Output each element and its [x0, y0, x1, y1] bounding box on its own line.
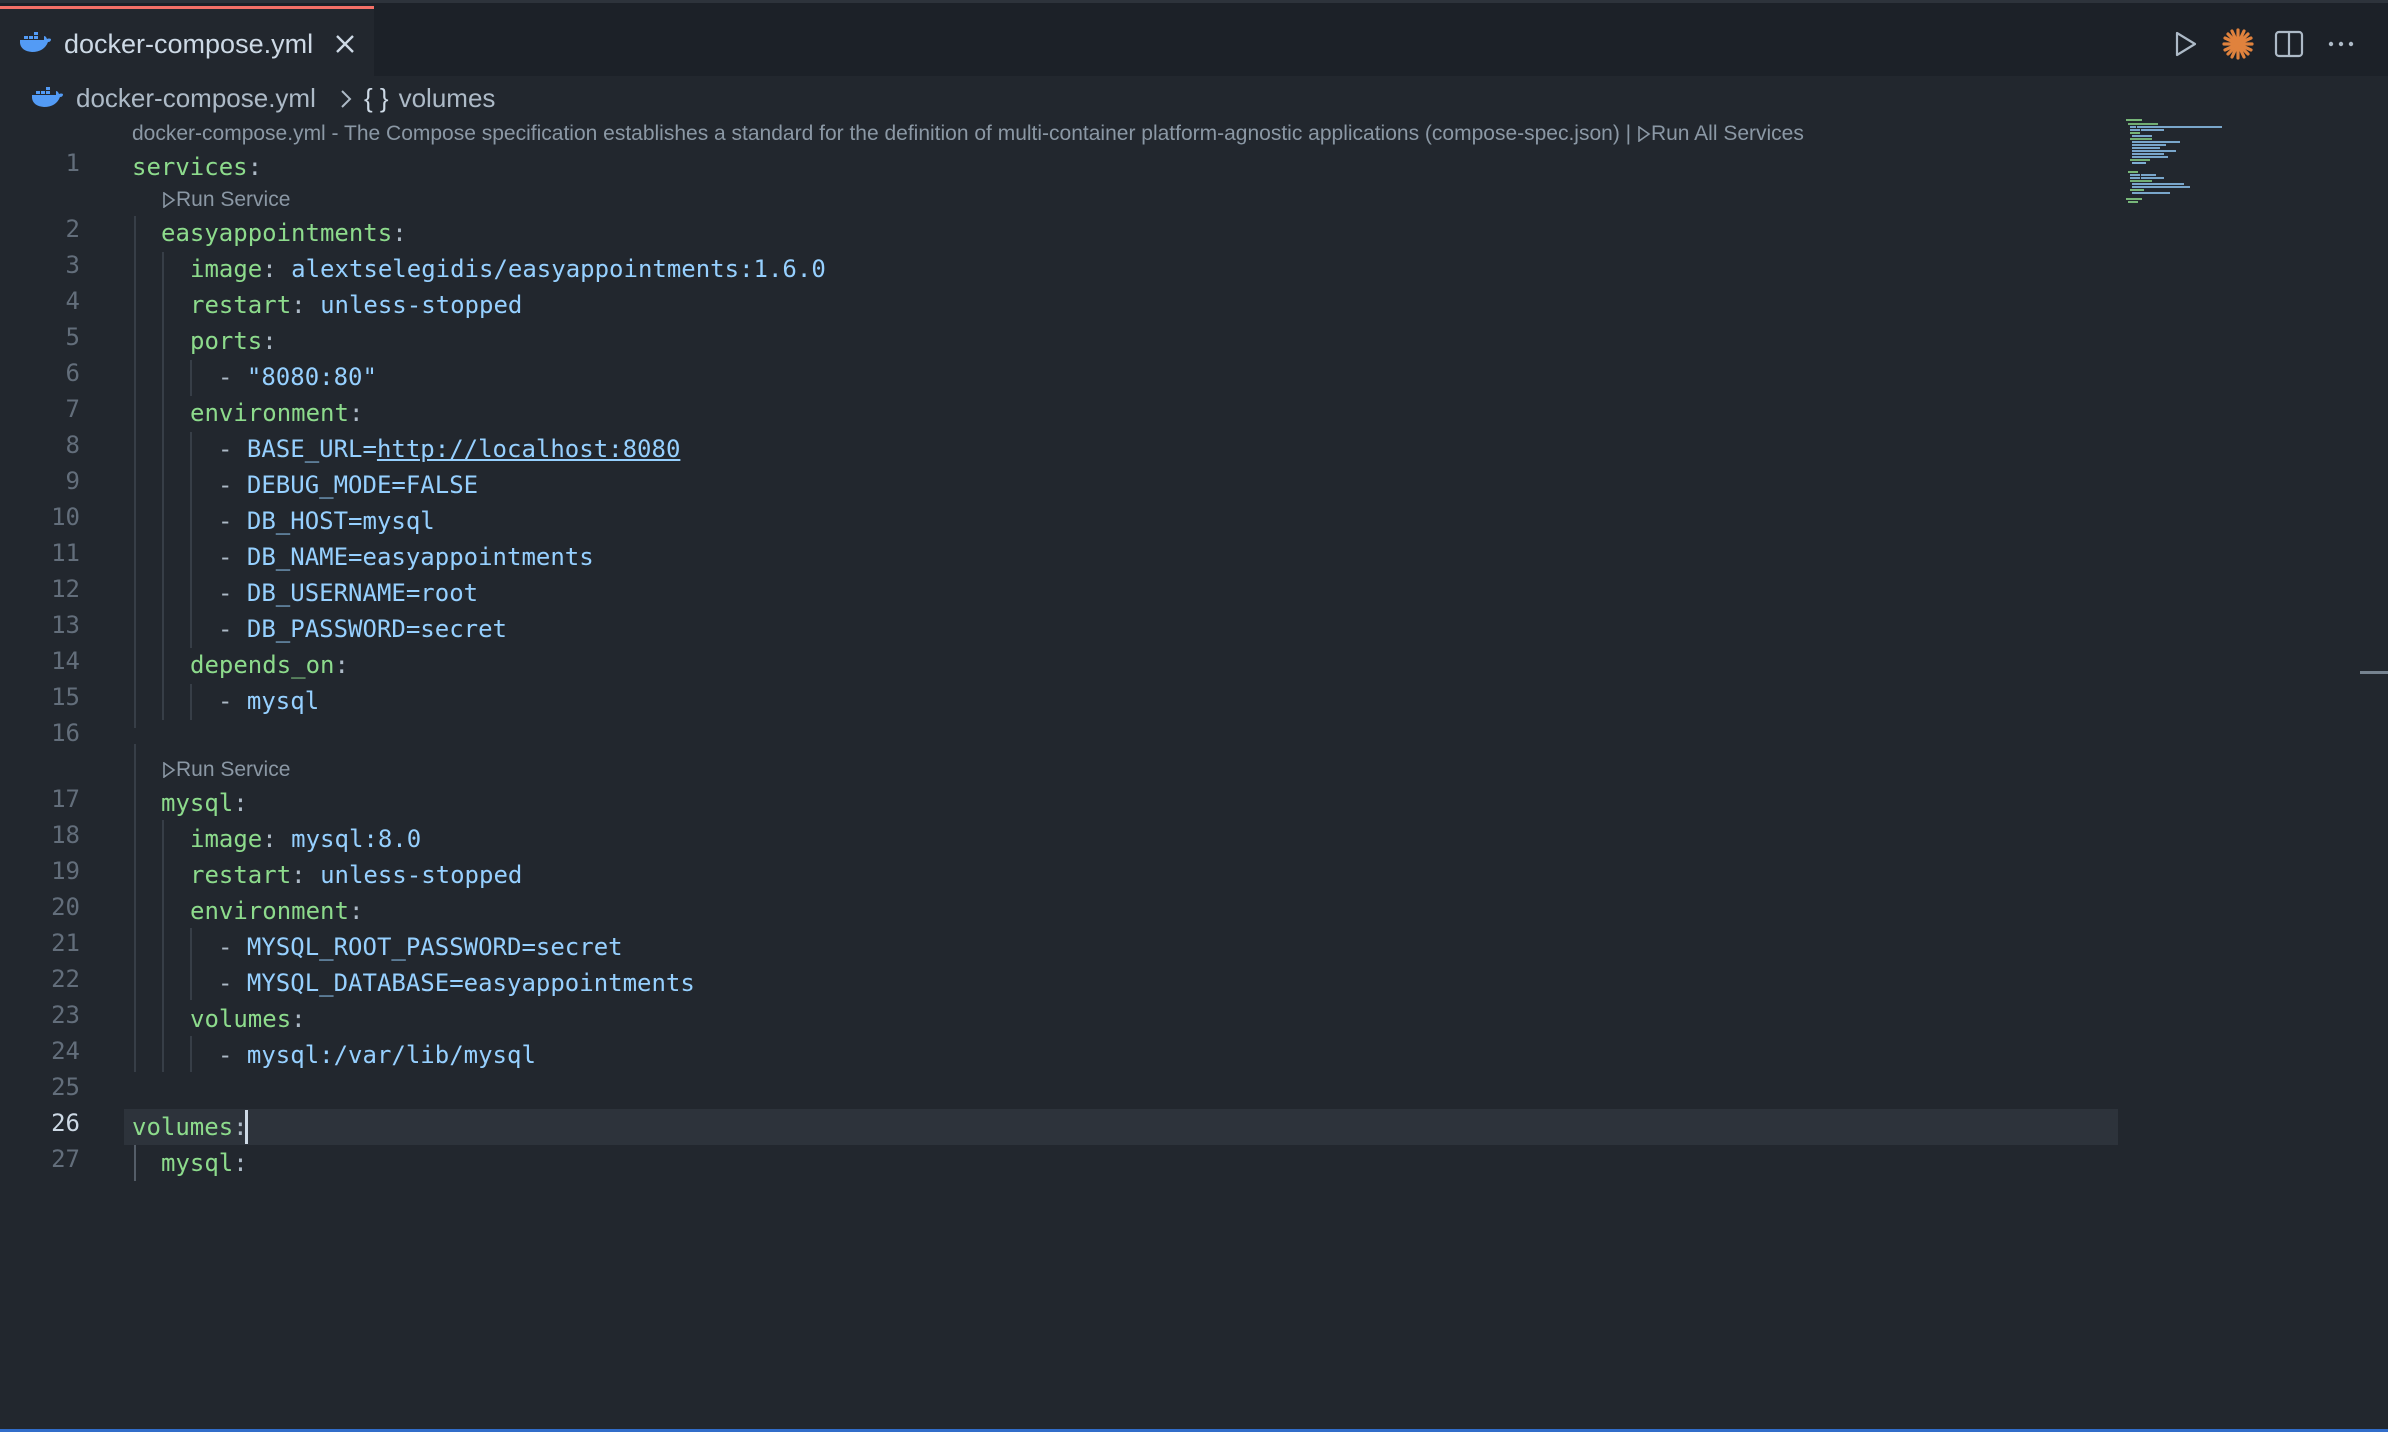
line-number: 27 — [51, 1145, 80, 1173]
tab-docker-compose[interactable]: docker-compose.yml — [0, 6, 374, 79]
line-number: 23 — [51, 1001, 80, 1029]
line-number: 13 — [51, 611, 80, 639]
indent-guide — [190, 360, 192, 396]
code-line[interactable]: - DB_USERNAME=root — [218, 575, 478, 611]
indent-guide — [162, 820, 164, 1072]
breadcrumb-symbol[interactable]: { } volumes — [364, 83, 495, 114]
line-number: 8 — [65, 431, 80, 459]
line-number: 3 — [65, 251, 80, 279]
code-line[interactable]: - "8080:80" — [218, 359, 377, 395]
line-number: 17 — [51, 785, 80, 813]
code-line[interactable]: restart: unless-stopped — [190, 287, 522, 323]
code-line[interactable]: - MYSQL_ROOT_PASSWORD=secret — [218, 929, 623, 965]
line-number: 9 — [65, 467, 80, 495]
code-line[interactable]: - DB_NAME=easyappointments — [218, 539, 594, 575]
symbol-braces-icon: { } — [364, 83, 389, 113]
indent-guide — [190, 1036, 192, 1072]
line-number: 4 — [65, 287, 80, 315]
line-number: 2 — [65, 215, 80, 243]
minimap[interactable] — [2124, 118, 2234, 238]
code-line[interactable]: - mysql:/var/lib/mysql — [218, 1037, 536, 1073]
close-icon[interactable] — [332, 31, 358, 57]
breadcrumb-symbol-label: volumes — [398, 83, 496, 113]
run-triangle-icon — [163, 191, 176, 209]
code-line-active[interactable]: volumes: — [132, 1109, 248, 1145]
code-line[interactable]: mysql: — [161, 785, 248, 821]
code-line[interactable]: image: mysql:8.0 — [190, 821, 421, 857]
split-editor-icon[interactable] — [2272, 27, 2306, 61]
indent-guide — [134, 744, 136, 1072]
docker-whale-icon — [32, 87, 63, 107]
line-number: 19 — [51, 857, 80, 885]
url-link[interactable]: http://localhost:8080 — [377, 435, 680, 463]
line-number: 25 — [51, 1073, 80, 1101]
run-icon[interactable] — [2168, 27, 2202, 61]
breadcrumb-file[interactable]: docker-compose.yml — [76, 83, 316, 114]
editor-window: docker-compose.yml docker-compose.yml {… — [0, 0, 2388, 1432]
line-number: 1 — [65, 149, 80, 177]
code-line[interactable]: ports: — [190, 323, 277, 359]
code-line[interactable]: - mysql — [218, 683, 319, 719]
line-number: 14 — [51, 647, 80, 675]
indent-guide — [134, 216, 136, 728]
line-number: 6 — [65, 359, 80, 387]
line-number: 16 — [51, 719, 80, 747]
line-number: 10 — [51, 503, 80, 531]
code-line[interactable]: - BASE_URL=http://localhost:8080 — [218, 431, 680, 467]
line-number: 22 — [51, 965, 80, 993]
code-line[interactable]: - DB_PASSWORD=secret — [218, 611, 507, 647]
code-line[interactable]: - DEBUG_MODE=FALSE — [218, 467, 478, 503]
indent-guide — [134, 1145, 136, 1181]
code-line[interactable]: volumes: — [190, 1001, 306, 1037]
line-number: 12 — [51, 575, 80, 603]
tab-label: docker-compose.yml — [64, 29, 314, 59]
run-triangle-icon — [1638, 125, 1651, 143]
run-service-codelens[interactable]: Run Service — [162, 758, 290, 782]
code-line[interactable]: depends_on: — [190, 647, 349, 683]
line-number: 15 — [51, 683, 80, 711]
current-line-highlight — [124, 1109, 2118, 1145]
line-number: 18 — [51, 821, 80, 849]
code-line[interactable]: - DB_HOST=mysql — [218, 503, 435, 539]
code-line[interactable]: - MYSQL_DATABASE=easyappointments — [218, 965, 695, 1001]
line-number: 21 — [51, 929, 80, 957]
text-cursor — [245, 1110, 248, 1144]
more-actions-icon[interactable] — [2324, 27, 2358, 61]
code-line[interactable]: restart: unless-stopped — [190, 857, 522, 893]
code-line[interactable]: mysql: — [161, 1145, 248, 1181]
line-number: 20 — [51, 893, 80, 921]
indent-guide — [190, 928, 192, 1000]
tab-bar: docker-compose.yml — [0, 0, 2388, 79]
indent-guide — [190, 432, 192, 648]
indent-guide — [162, 252, 164, 720]
line-number-active: 26 — [51, 1109, 80, 1137]
code-line[interactable]: image: alextselegidis/easyappointments:1… — [190, 251, 826, 287]
code-line[interactable]: environment: — [190, 893, 363, 929]
schema-codelens: docker-compose.yml - The Compose specifi… — [132, 122, 1804, 146]
code-line[interactable]: services: — [132, 149, 262, 185]
breadcrumb: docker-compose.yml { } volumes — [0, 76, 2388, 120]
indent-guide — [190, 684, 192, 720]
line-number: 5 — [65, 323, 80, 351]
code-line[interactable]: easyappointments: — [161, 215, 407, 251]
line-number: 11 — [51, 539, 80, 567]
scrollbar-marker[interactable] — [2360, 671, 2388, 674]
docker-whale-icon — [20, 32, 51, 52]
run-all-services-button[interactable]: Run All Services — [1637, 122, 1804, 145]
chevron-right-icon — [341, 90, 352, 108]
schema-description: docker-compose.yml - The Compose specifi… — [132, 122, 1637, 145]
sparkle-icon[interactable] — [2221, 27, 2255, 61]
run-triangle-icon — [163, 761, 176, 779]
code-line[interactable]: environment: — [190, 395, 363, 431]
run-service-codelens[interactable]: Run Service — [162, 188, 290, 212]
line-number: 24 — [51, 1037, 80, 1065]
line-number: 7 — [65, 395, 80, 423]
